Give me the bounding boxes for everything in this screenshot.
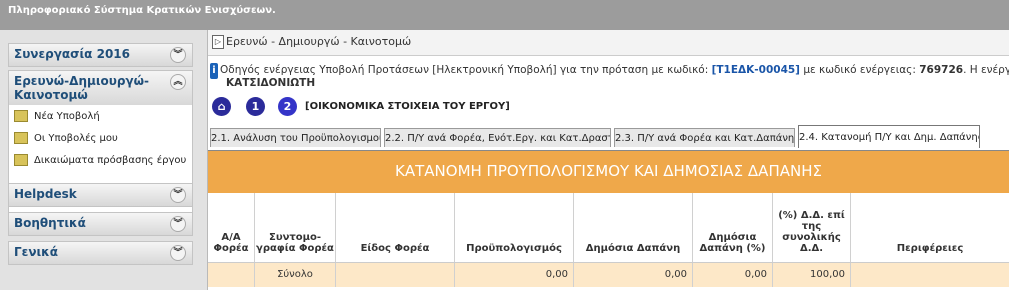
breadcrumb-text: Ερευνώ - Δημιουργώ - Καινοτομώ xyxy=(226,35,412,48)
sidebar-panel-label: Helpdesk xyxy=(14,187,77,201)
tab-budget-allocation[interactable]: 2.4. Κατανομή Π/Υ και Δημ. Δαπάνης xyxy=(798,125,980,148)
header-budget: Προϋπολογισμός xyxy=(455,193,574,262)
chevron-down-icon[interactable]: ︾ xyxy=(170,187,186,203)
app-title: Πληροφοριακό Σύστημα Κρατικών Ενισχύσεων… xyxy=(8,5,276,16)
step-1-button[interactable]: 1 xyxy=(246,97,265,116)
header-pct-total: (%) Δ.Δ. επί της συνολικής Δ.Δ. xyxy=(773,193,851,262)
header-aa: Α/Α Φορέα xyxy=(208,193,255,262)
tab-strip: 2.1. Ανάλυση του Προϋπολογισμού 2.2. Π/Υ… xyxy=(208,125,1009,151)
chevron-up-icon[interactable]: ︽ xyxy=(170,74,186,90)
sidebar-panel-voithitika[interactable]: Βοηθητικά ︾ xyxy=(8,212,193,236)
tab-budget-analysis[interactable]: 2.1. Ανάλυση του Προϋπολογισμού xyxy=(210,128,381,147)
table-header: Α/Α Φορέα Συντομο-γραφία Φορέα Είδος Φορ… xyxy=(208,193,1009,262)
sidebar: Συνεργασία 2016 ︾ Ερευνώ-Δημιουργώ-Καινο… xyxy=(0,30,208,290)
allocation-table: ΚΑΤΑΝΟΜΗ ΠΡΟΥΠΟΛΟΓΙΣΜΟΥ ΚΑΙ ΔΗΜΟΣΙΑΣ ΔΑΠ… xyxy=(208,151,1009,290)
proposal-code: [Τ1ΕΔΚ-00045] xyxy=(711,64,800,76)
folder-icon xyxy=(14,132,28,144)
header-public: Δημόσια Δαπάνη xyxy=(574,193,693,262)
info-banner: i Οδηγός ενέργειας Υποβολή Προτάσεων [Ηλ… xyxy=(208,58,1009,90)
folder-icon xyxy=(14,154,28,166)
menu-item-access-rights[interactable]: Δικαιώματα πρόσβασης έργου xyxy=(14,154,186,166)
cell-regions xyxy=(851,263,1009,287)
breadcrumb: ▷ Ερευνώ - Δημιουργώ - Καινοτομώ xyxy=(208,30,1009,56)
sidebar-panel-helpdesk[interactable]: Helpdesk ︾ xyxy=(8,183,193,207)
chevron-down-icon[interactable]: ︾ xyxy=(170,216,186,232)
cell-budget: 0,00 xyxy=(455,263,574,287)
info-line: Οδηγός ενέργειας Υποβολή Προτάσεων [Ηλεκ… xyxy=(220,64,1009,76)
cell-type xyxy=(336,263,455,287)
cell-public-pct: 0,00 xyxy=(693,263,773,287)
sidebar-panel-genika[interactable]: Γενικά ︾ xyxy=(8,241,193,265)
cell-short: Σύνολο xyxy=(255,263,336,287)
sidebar-panel-label: Ερευνώ-Δημιουργώ-Καινοτομώ xyxy=(14,74,150,102)
sidebar-panel-label: Γενικά xyxy=(14,245,58,259)
main-content: ▷ Ερευνώ - Δημιουργώ - Καινοτομώ i Οδηγό… xyxy=(208,30,1009,290)
info-line-2: ΚΑΤΣΙΔΟΝΙΩΤΗ xyxy=(226,77,316,89)
sidebar-panel-label: Βοηθητικά xyxy=(14,216,86,230)
menu-item-new-submission[interactable]: Νέα Υποβολή xyxy=(14,110,100,122)
chevron-down-icon[interactable]: ︾ xyxy=(170,47,186,63)
menu-item-my-submissions[interactable]: Οι Υποβολές μου xyxy=(14,132,118,144)
sidebar-panel-synergasia[interactable]: Συνεργασία 2016 ︾ xyxy=(8,43,193,67)
cell-public: 0,00 xyxy=(574,263,693,287)
header-public-pct: Δημόσια Δαπάνη (%) xyxy=(693,193,773,262)
action-code: 769726 xyxy=(919,64,964,76)
step-2-button[interactable]: 2 xyxy=(278,97,297,116)
tab-budget-by-body-activity[interactable]: 2.2. Π/Υ ανά Φορέα, Ενότ.Εργ. και Κατ.Δρ… xyxy=(384,128,611,147)
sidebar-panel-label: Συνεργασία 2016 xyxy=(14,47,131,61)
header-regions: Περιφέρειες xyxy=(896,243,964,254)
cell-pct-total: 100,00 xyxy=(773,263,851,287)
header-type: Είδος Φορέα xyxy=(336,193,455,262)
folder-icon xyxy=(14,110,28,122)
page-icon: ▷ xyxy=(212,35,224,49)
app-titlebar: Πληροφοριακό Σύστημα Κρατικών Ενισχύσεων… xyxy=(0,0,1009,30)
cell-aa xyxy=(208,263,255,287)
info-icon: i xyxy=(210,63,218,79)
home-icon[interactable]: ⌂ xyxy=(212,97,231,116)
table-row-total: Σύνολο 0,00 0,00 0,00 100,00 xyxy=(208,262,1009,287)
header-short: Συντομο-γραφία Φορέα xyxy=(255,193,336,262)
table-title: ΚΑΤΑΝΟΜΗ ΠΡΟΥΠΟΛΟΓΙΣΜΟΥ ΚΑΙ ΔΗΜΟΣΙΑΣ ΔΑΠ… xyxy=(208,151,1009,193)
tab-budget-by-body-expense[interactable]: 2.3. Π/Υ ανά Φορέα και Κατ.Δαπάνης xyxy=(614,128,795,147)
chevron-down-icon[interactable]: ︾ xyxy=(170,245,186,261)
step-navigation: ⌂ 1 2 [ΟΙΚΟΝΟΜΙΚΑ ΣΤΟΙΧΕΙΑ ΤΟΥ ΕΡΓΟΥ] xyxy=(208,96,1009,122)
step-title: [ΟΙΚΟΝΟΜΙΚΑ ΣΤΟΙΧΕΙΑ ΤΟΥ ΕΡΓΟΥ] xyxy=(305,101,510,112)
